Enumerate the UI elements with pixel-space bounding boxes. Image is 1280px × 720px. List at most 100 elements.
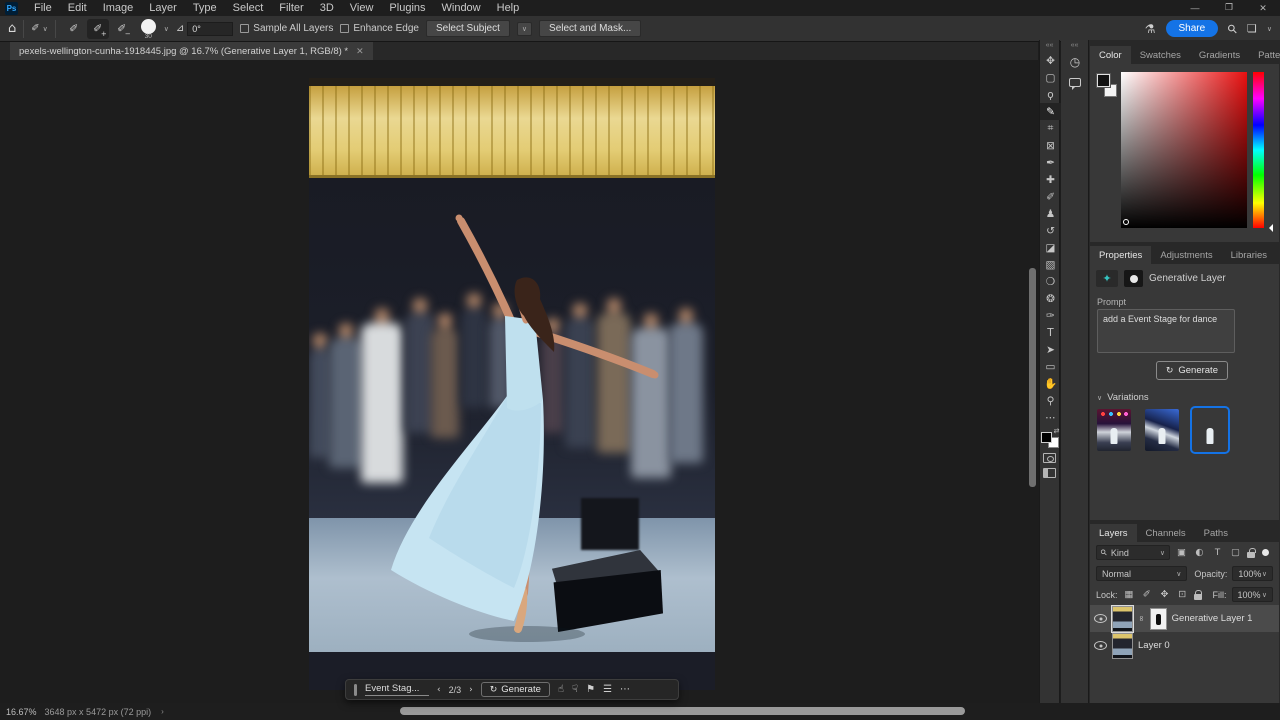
menu-item[interactable]: File — [26, 2, 60, 14]
beta-flask-icon[interactable]: ⚗ — [1145, 22, 1156, 36]
layer-visibility-eye-icon[interactable] — [1094, 641, 1107, 650]
tool-preset-picker[interactable]: ✐ ∨ — [31, 23, 48, 34]
lock-transparency-icon[interactable]: ▦ — [1123, 589, 1136, 600]
layer-visibility-eye-icon[interactable] — [1094, 614, 1107, 623]
layer-row-generative[interactable]: ∞ Generative Layer 1 — [1090, 605, 1279, 632]
menu-item[interactable]: Select — [225, 2, 272, 14]
filter-toggle-icon[interactable] — [1262, 549, 1269, 556]
menu-item[interactable]: Edit — [60, 2, 95, 14]
taskbar-generate-button[interactable]: ↻ Generate — [481, 682, 550, 697]
comments-panel-icon[interactable] — [1061, 72, 1089, 92]
swap-colors-icon[interactable]: ⇄ — [1054, 427, 1060, 435]
frame-tool[interactable]: ⊠ — [1040, 137, 1061, 154]
opacity-input[interactable]: 100% ∨ — [1232, 566, 1273, 581]
tab-libraries[interactable]: Libraries — [1222, 246, 1276, 264]
history-panel-icon[interactable]: ◷ — [1061, 52, 1089, 72]
variation-3[interactable] — [1193, 409, 1227, 451]
generate-button[interactable]: ↻ Generate — [1156, 361, 1228, 380]
document-canvas[interactable] — [309, 78, 715, 690]
move-tool[interactable]: ✥ — [1040, 52, 1061, 69]
report-flag-icon[interactable]: ⚑ — [586, 684, 595, 695]
tab-patterns[interactable]: Patterns — [1249, 46, 1280, 64]
tab-color[interactable]: Color — [1090, 46, 1131, 64]
workspace-icon[interactable]: ❏ — [1247, 22, 1257, 35]
zoom-tool[interactable]: ⚲ — [1040, 392, 1061, 409]
hue-slider[interactable] — [1253, 72, 1264, 228]
tab-swatches[interactable]: Swatches — [1131, 46, 1190, 64]
angle-input[interactable]: 0° — [187, 22, 233, 36]
history-brush-tool[interactable]: ↺ — [1040, 222, 1061, 239]
layer-name[interactable]: Generative Layer 1 — [1172, 613, 1253, 624]
saturation-brightness-field[interactable] — [1121, 72, 1247, 228]
shape-tool[interactable]: ▭ — [1040, 358, 1061, 375]
lock-all-icon[interactable] — [1194, 594, 1202, 600]
thumbs-up-icon[interactable]: ☝ — [558, 684, 564, 695]
dodge-tool[interactable]: ❂ — [1040, 290, 1061, 307]
layer-row-base[interactable]: Layer 0 — [1090, 632, 1279, 659]
menu-item[interactable]: Type — [185, 2, 225, 14]
zoom-level[interactable]: 16.67% — [0, 707, 45, 717]
menu-item[interactable]: Help — [489, 2, 528, 14]
properties-sliders-icon[interactable]: ☰ — [603, 684, 612, 695]
next-variation-button[interactable]: › — [469, 685, 473, 695]
chevron-down-icon[interactable]: ∨ — [1267, 25, 1272, 33]
menu-item[interactable]: 3D — [312, 2, 342, 14]
fill-input[interactable]: 100% ∨ — [1232, 587, 1274, 602]
edit-toolbar-button[interactable]: ⋯ — [1040, 409, 1061, 426]
hue-slider-marker[interactable] — [1265, 224, 1273, 232]
previous-variation-button[interactable]: ‹ — [437, 685, 441, 695]
crop-tool[interactable]: ⌗ — [1040, 120, 1061, 137]
blur-tool[interactable]: ❍ — [1040, 273, 1061, 290]
filter-locked-icon[interactable] — [1247, 552, 1255, 558]
subtract-selection-brush[interactable]: ✐ − — [111, 19, 133, 39]
brush-size-picker[interactable]: 30 — [140, 18, 157, 40]
add-selection-brush[interactable]: ✐ + — [87, 19, 109, 39]
type-tool[interactable]: T — [1040, 324, 1061, 341]
close-button[interactable]: ✕ — [1246, 3, 1280, 14]
taskbar-prompt-field[interactable]: Event Stag... — [365, 683, 429, 696]
selection-brush-tool[interactable]: ✎ — [1040, 103, 1061, 120]
filter-shape-icon[interactable]: ▢ — [1229, 547, 1242, 558]
taskbar-drag-handle[interactable] — [354, 684, 357, 696]
share-button[interactable]: Share — [1166, 20, 1219, 37]
marquee-tool[interactable]: ▢ — [1040, 69, 1061, 86]
screen-mode-button[interactable] — [1043, 468, 1056, 478]
menu-item[interactable]: Layer — [141, 2, 185, 14]
filter-adjustment-icon[interactable]: ◐ — [1193, 547, 1206, 558]
menu-item[interactable]: Filter — [271, 2, 311, 14]
new-selection-brush[interactable]: ✐ — [63, 19, 85, 39]
search-icon[interactable]: ⚲ — [1225, 20, 1241, 36]
hand-tool[interactable]: ✋ — [1040, 375, 1061, 392]
layer-thumbnail[interactable] — [1112, 633, 1133, 659]
horizontal-scrollbar[interactable] — [400, 707, 965, 715]
tab-properties[interactable]: Properties — [1090, 246, 1151, 264]
menu-item[interactable]: View — [342, 2, 382, 14]
thumbs-down-icon[interactable]: ☟ — [572, 684, 578, 695]
document-tab[interactable]: pexels-wellington-cunha-1918445.jpg @ 16… — [10, 42, 373, 60]
gradient-tool[interactable]: ▧ — [1040, 256, 1061, 273]
healing-brush-tool[interactable]: ✚ — [1040, 171, 1061, 188]
eyedropper-tool[interactable]: ✒ — [1040, 154, 1061, 171]
variation-2[interactable] — [1145, 409, 1179, 451]
layer-name[interactable]: Layer 0 — [1138, 640, 1170, 651]
filter-image-icon[interactable]: ▣ — [1175, 547, 1188, 558]
blend-mode-select[interactable]: Normal ∨ — [1096, 566, 1187, 581]
color-cursor[interactable] — [1123, 219, 1129, 225]
tab-close-icon[interactable]: ✕ — [356, 46, 364, 57]
canvas-area[interactable] — [0, 60, 1038, 703]
quick-mask-button[interactable] — [1043, 453, 1056, 463]
tab-adjustments[interactable]: Adjustments — [1151, 246, 1221, 264]
menu-item[interactable]: Image — [95, 2, 142, 14]
tab-gradients[interactable]: Gradients — [1190, 46, 1249, 64]
select-subject-dropdown[interactable]: ∨ — [517, 22, 532, 36]
clone-stamp-tool[interactable]: ♟ — [1040, 205, 1061, 222]
menu-item[interactable]: Plugins — [381, 2, 433, 14]
more-options-icon[interactable]: ⋯ — [620, 684, 630, 695]
chevron-right-icon[interactable]: › — [161, 707, 164, 716]
foreground-color-swatch[interactable] — [1097, 74, 1110, 87]
sample-all-layers-checkbox[interactable] — [240, 24, 249, 33]
path-select-tool[interactable]: ➤ — [1040, 341, 1061, 358]
enhance-edge-checkbox[interactable] — [340, 24, 349, 33]
lock-paint-icon[interactable]: ✐ — [1140, 589, 1153, 600]
variation-1[interactable] — [1097, 409, 1131, 451]
